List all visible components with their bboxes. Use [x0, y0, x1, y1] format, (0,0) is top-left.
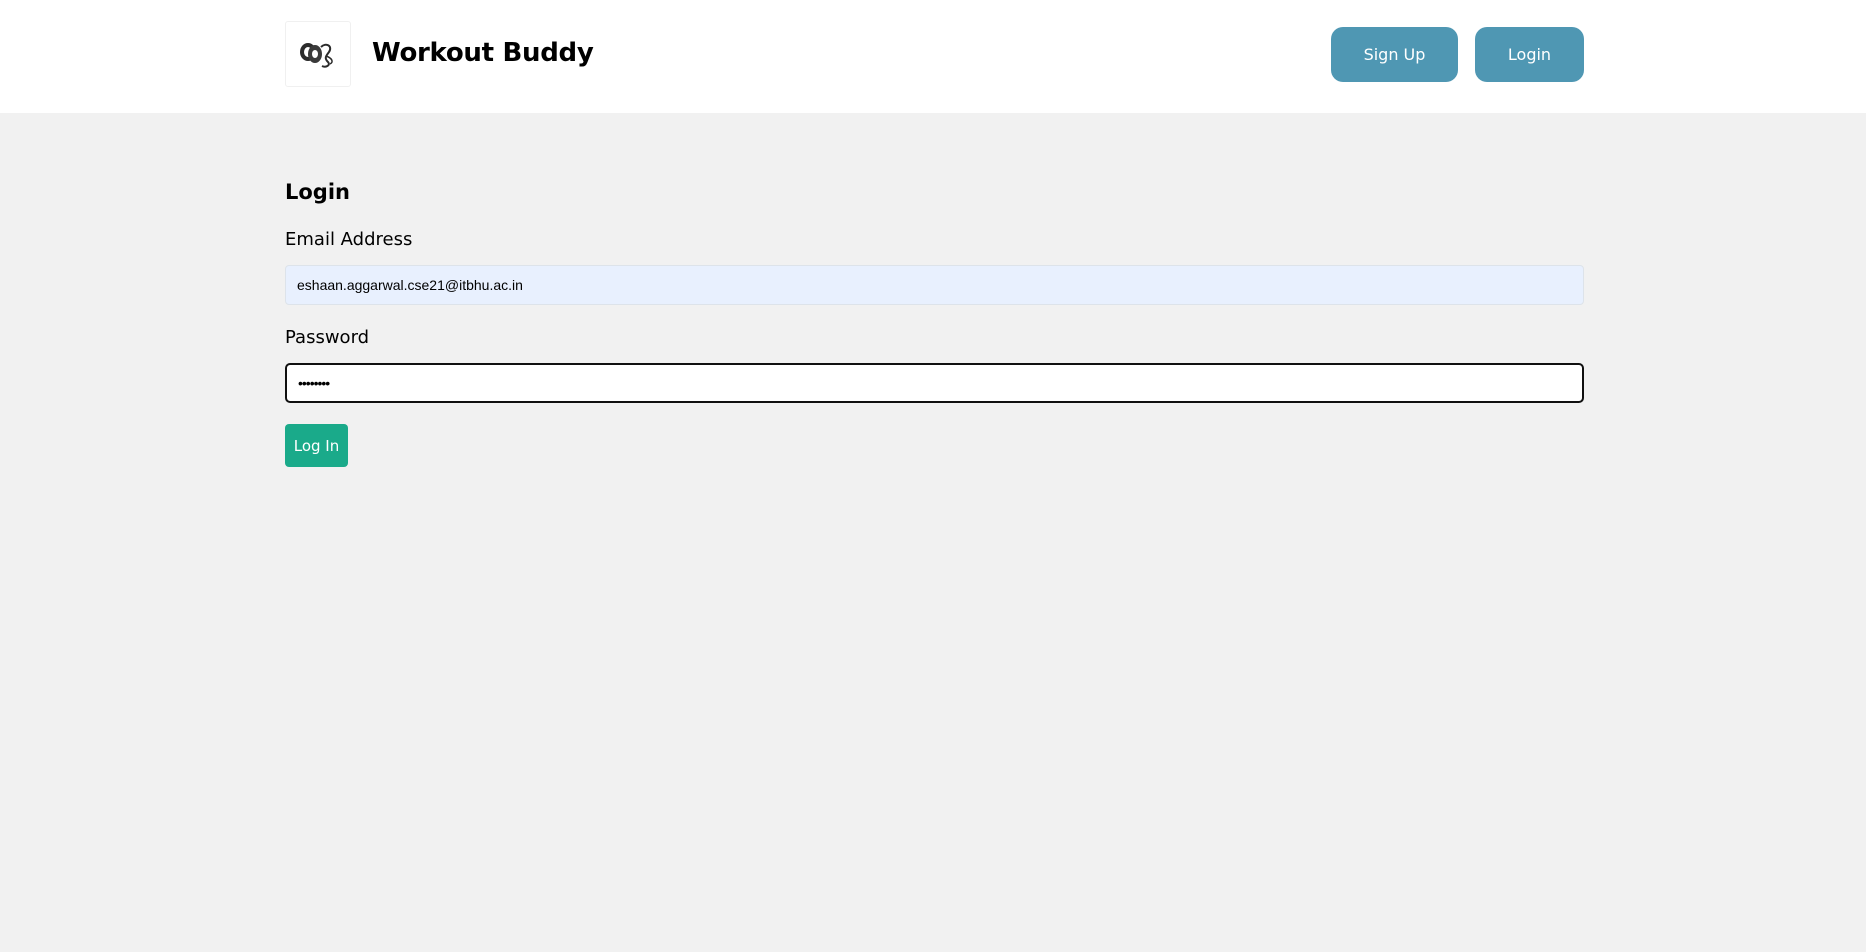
login-form-heading: Login [285, 180, 350, 204]
password-input[interactable] [285, 363, 1584, 403]
email-input[interactable] [285, 265, 1584, 305]
signup-button[interactable]: Sign Up [1331, 27, 1458, 82]
login-submit-button[interactable]: Log In [285, 424, 348, 467]
login-nav-button[interactable]: Login [1475, 27, 1584, 82]
dumbbell-logo-icon [300, 43, 333, 68]
logo-link[interactable] [285, 21, 351, 87]
top-navbar: Workout Buddy Sign Up Login [0, 0, 1866, 113]
password-label: Password [285, 327, 370, 348]
email-label: Email Address [285, 229, 413, 250]
brand-title[interactable]: Workout Buddy [372, 34, 594, 72]
